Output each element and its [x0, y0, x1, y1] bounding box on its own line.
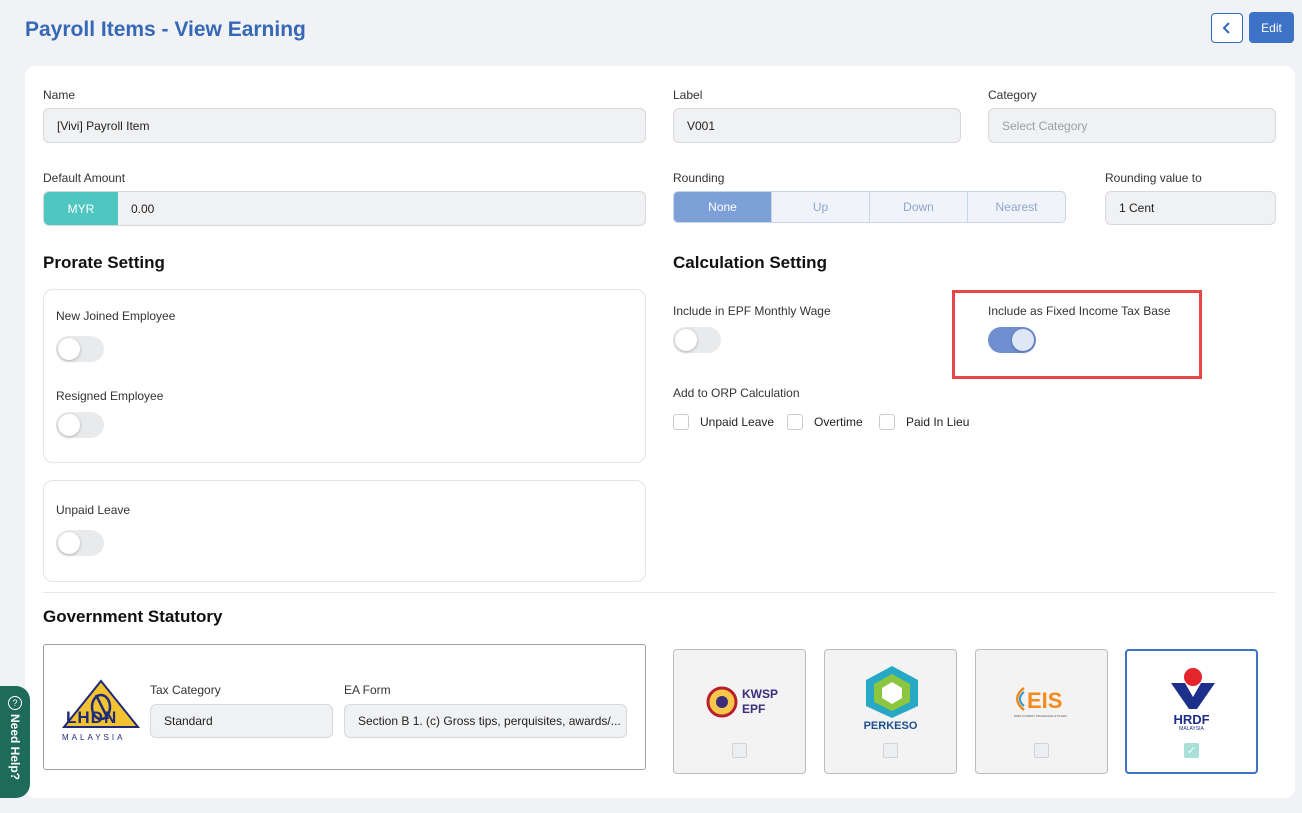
rounding-value-label: Rounding value to — [1105, 171, 1202, 185]
eis-wing-icon — [1016, 687, 1025, 711]
label-field[interactable]: V001 — [673, 108, 961, 143]
eis-checkbox[interactable] — [1034, 743, 1049, 758]
toggle-knob — [58, 532, 80, 554]
prorate-box: New Joined Employee Resigned Employee — [43, 289, 646, 463]
tax-category-label: Tax Category — [150, 683, 221, 697]
back-button[interactable] — [1211, 13, 1243, 43]
hrdf-emblem-icon — [1171, 668, 1215, 709]
chevron-left-icon — [1222, 22, 1230, 34]
default-amount-group: MYR 0.00 — [43, 191, 646, 226]
ea-form-select[interactable]: Section B 1. (c) Gross tips, perquisites… — [344, 704, 627, 738]
rounding-segmented-control: None Up Down Nearest — [673, 191, 1066, 223]
orp-overtime-label: Overtime — [814, 415, 863, 429]
edit-button[interactable]: Edit — [1249, 12, 1294, 43]
epf-toggle[interactable] — [673, 327, 721, 353]
calculation-setting-title: Calculation Setting — [673, 253, 827, 272]
lhdn-logo: LHDN MALAYSIA — [60, 679, 142, 745]
earning-card: Name [Vivi] Payroll Item Label V001 Cate… — [25, 66, 1295, 798]
hrdf-logo-text: HRDF — [1173, 712, 1210, 727]
category-label: Category — [988, 88, 1037, 102]
label-label: Label — [673, 88, 703, 102]
need-help-label: Need Help? — [8, 714, 22, 781]
ea-form-label: EA Form — [344, 683, 391, 697]
hrdf-checkbox[interactable]: ✓ — [1184, 743, 1199, 758]
new-joined-label: New Joined Employee — [56, 309, 176, 323]
kwsp-logo-line1: KWSP — [742, 687, 778, 701]
unpaid-leave-box: Unpaid Leave — [43, 480, 646, 582]
lhdn-logo-text: LHDN — [66, 708, 118, 727]
perkeso-checkbox[interactable] — [883, 743, 898, 758]
tax-category-select[interactable]: Standard — [150, 704, 333, 738]
hrdf-logo-sub: MALAYSIA — [1179, 726, 1204, 732]
new-joined-toggle[interactable] — [56, 336, 104, 362]
default-amount-label: Default Amount — [43, 171, 126, 185]
perkeso-logo-text: PERKESO — [863, 720, 918, 732]
category-select[interactable]: Select Category — [988, 108, 1276, 143]
kwsp-logo-line2: EPF — [742, 702, 766, 716]
kwsp-logo: KWSP EPF — [706, 684, 786, 720]
rounding-value-select[interactable]: 1 Cent — [1105, 191, 1276, 225]
eis-logo-sub: EMPLOYMENT INSURANCE SYSTEM — [1014, 714, 1067, 718]
resigned-toggle[interactable] — [56, 412, 104, 438]
currency-badge: MYR — [44, 192, 118, 225]
need-help-tab[interactable]: ? Need Help? — [0, 686, 30, 798]
perkeso-emblem-icon — [866, 666, 918, 718]
orp-unpaid-leave-label: Unpaid Leave — [700, 415, 775, 429]
fixed-tax-label: Include as Fixed Income Tax Base — [988, 304, 1171, 318]
statutory-card-eis[interactable]: EIS EMPLOYMENT INSURANCE SYSTEM — [975, 649, 1108, 774]
rounding-option-none[interactable]: None — [674, 192, 771, 222]
orp-paid-in-lieu-label: Paid In Lieu — [906, 415, 970, 429]
question-circle-icon: ? — [8, 696, 22, 710]
divider — [43, 592, 1275, 593]
toggle-knob — [58, 338, 80, 360]
lhdn-box: LHDN MALAYSIA Tax Category Standard EA F… — [43, 644, 646, 770]
government-statutory-title: Government Statutory — [43, 607, 223, 626]
name-field[interactable]: [Vivi] Payroll Item — [43, 108, 646, 143]
kwsp-checkbox[interactable] — [732, 743, 747, 758]
rounding-option-down[interactable]: Down — [869, 192, 967, 222]
eis-logo-text: EIS — [1027, 688, 1063, 713]
rounding-label: Rounding — [673, 171, 725, 185]
toggle-knob — [675, 329, 697, 351]
epf-label: Include in EPF Monthly Wage — [673, 304, 831, 318]
fixed-tax-toggle[interactable] — [988, 327, 1036, 353]
unpaid-leave-label: Unpaid Leave — [56, 503, 131, 517]
statutory-card-kwsp[interactable]: KWSP EPF — [673, 649, 806, 774]
lhdn-logo-sub: MALAYSIA — [62, 733, 126, 742]
rounding-option-up[interactable]: Up — [771, 192, 869, 222]
toggle-knob — [58, 414, 80, 436]
page-title: Payroll Items - View Earning — [25, 18, 306, 41]
statutory-card-perkeso[interactable]: PERKESO — [824, 649, 957, 774]
resigned-label: Resigned Employee — [56, 389, 164, 403]
kwsp-emblem-icon — [706, 686, 738, 718]
rounding-option-nearest[interactable]: Nearest — [967, 192, 1065, 222]
orp-paid-in-lieu-checkbox[interactable] — [879, 414, 895, 430]
unpaid-leave-toggle[interactable] — [56, 530, 104, 556]
amount-input[interactable]: 0.00 — [118, 192, 645, 225]
statutory-card-hrdf[interactable]: HRDF MALAYSIA ✓ — [1125, 649, 1258, 774]
toggle-knob — [1012, 329, 1034, 351]
orp-overtime-checkbox[interactable] — [787, 414, 803, 430]
prorate-setting-title: Prorate Setting — [43, 253, 165, 272]
orp-label: Add to ORP Calculation — [673, 386, 800, 400]
name-label: Name — [43, 88, 76, 102]
orp-unpaid-leave-checkbox[interactable] — [673, 414, 689, 430]
